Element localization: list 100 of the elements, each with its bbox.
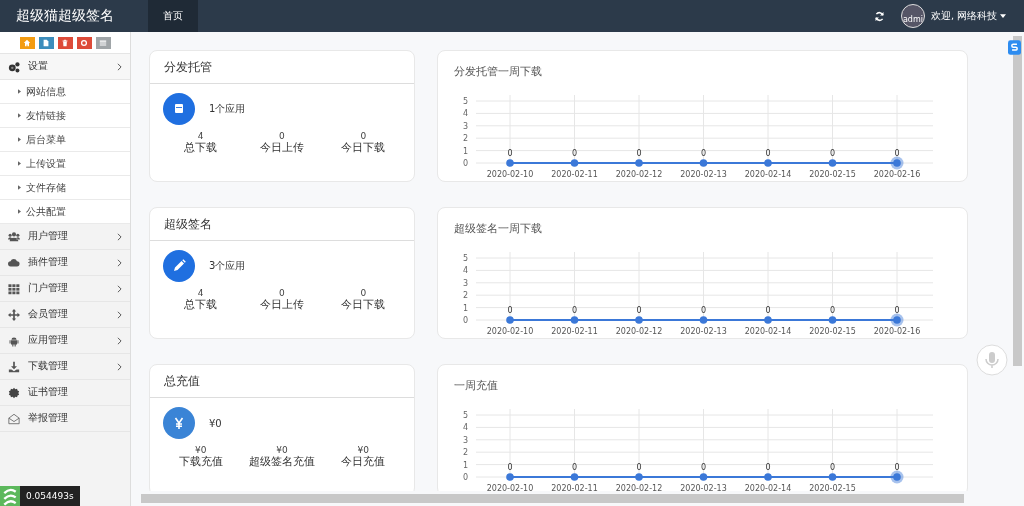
menu-label: 用户管理: [28, 230, 69, 243]
grid-icon: [8, 282, 20, 295]
data-label: 0: [636, 149, 642, 158]
data-label: 0: [765, 149, 771, 158]
chevron-icon: [117, 284, 122, 293]
y-tick-label: 4: [462, 109, 468, 119]
download-icon: [8, 360, 20, 373]
submenu-item[interactable]: 公共配置: [0, 200, 130, 224]
y-tick-label: 3: [462, 435, 468, 445]
x-tick-label: 2020-02-10: [486, 327, 534, 336]
refresh-icon[interactable]: [873, 10, 885, 22]
file-button[interactable]: [38, 37, 54, 49]
data-label: 0: [507, 463, 513, 472]
stat-value: 4: [197, 131, 204, 141]
home-button[interactable]: [19, 37, 35, 49]
submenu-item[interactable]: 友情链接: [0, 104, 130, 128]
data-point[interactable]: [635, 316, 643, 324]
x-tick-label: 2020-02-11: [551, 484, 598, 491]
submenu-item[interactable]: 文件存储: [0, 176, 130, 200]
avatar[interactable]: admi: [900, 4, 925, 28]
data-point[interactable]: [893, 316, 901, 324]
x-tick-label: 2020-02-13: [680, 170, 727, 179]
x-tick-label: 2020-02-11: [551, 170, 598, 179]
summary-value: 3个应用: [209, 259, 246, 273]
data-label: 0: [765, 463, 771, 472]
data-point[interactable]: [828, 473, 837, 481]
stat-value: ¥0: [357, 445, 370, 455]
data-label: 0: [507, 149, 513, 158]
data-point[interactable]: [764, 316, 772, 324]
recycle-button[interactable]: [76, 37, 92, 49]
data-label: 0: [507, 306, 513, 315]
y-tick-label: 1: [462, 146, 468, 156]
data-point[interactable]: [893, 473, 901, 481]
y-tick-label: 5: [462, 254, 468, 263]
data-point[interactable]: [764, 473, 772, 481]
nav-tab[interactable]: 首页: [148, 0, 198, 32]
y-tick-label: 2: [462, 448, 468, 458]
stat-label: 总下载: [184, 298, 218, 312]
menu-label: 会员管理: [28, 308, 69, 321]
x-tick-label: 2020-02-14: [744, 484, 792, 491]
data-label: 0: [571, 463, 578, 472]
data-point[interactable]: [635, 473, 643, 481]
card-title: 超级签名: [164, 215, 212, 233]
data-label: 0: [829, 463, 836, 472]
submenu-item[interactable]: 上传设置: [0, 152, 130, 176]
envelope-icon: [8, 412, 20, 425]
caret-icon: [18, 113, 21, 118]
chevron-icon: [117, 62, 122, 71]
data-point[interactable]: [506, 316, 514, 324]
y-tick-label: 0: [462, 159, 468, 168]
menu-label: 设置: [28, 60, 49, 73]
card-title: 总充值: [164, 372, 200, 390]
stat-value: 4: [197, 288, 204, 298]
stat-label: 总下载: [184, 141, 218, 155]
chevron-icon: [117, 336, 122, 345]
data-point[interactable]: [570, 316, 579, 324]
stat-label: 今日上传: [260, 141, 304, 155]
data-point[interactable]: [570, 473, 579, 481]
data-point[interactable]: [828, 159, 837, 167]
data-label: 0: [636, 306, 642, 315]
menu-label: 门户管理: [28, 282, 69, 295]
trash-button[interactable]: [57, 37, 73, 49]
stat-value: 0: [279, 288, 285, 298]
load-time: 0.054493s: [20, 486, 80, 506]
x-tick-label: 2020-02-16: [873, 327, 921, 336]
android-icon: [8, 334, 20, 347]
stat-label: 今日下载: [341, 298, 386, 312]
stat-value: ¥0: [276, 445, 288, 455]
s-logo-icon[interactable]: [1008, 40, 1021, 55]
horizontal-scrollbar[interactable]: [141, 494, 964, 503]
summary-value: ¥0: [209, 417, 222, 429]
data-point[interactable]: [699, 473, 708, 481]
data-point[interactable]: [699, 159, 708, 167]
data-point[interactable]: [570, 159, 579, 167]
data-point[interactable]: [699, 316, 708, 324]
chevron-icon: [117, 232, 122, 241]
data-point[interactable]: [764, 159, 772, 167]
calendar-icon: [163, 93, 195, 125]
menu-label: 举报管理: [28, 412, 69, 425]
data-point[interactable]: [828, 316, 837, 324]
data-point[interactable]: [893, 159, 901, 167]
x-tick-label: 2020-02-10: [486, 170, 534, 179]
stat-label: 今日上传: [260, 298, 304, 312]
list-button[interactable]: [95, 37, 111, 49]
stat-value: ¥0: [194, 445, 207, 455]
y-tick-label: 5: [462, 411, 468, 420]
users-icon: [8, 230, 20, 243]
data-label: 0: [894, 149, 900, 158]
data-point[interactable]: [506, 473, 514, 481]
menu-item[interactable]: 设置: [0, 54, 130, 80]
chart-title: 超级签名一周下载: [453, 221, 543, 236]
x-tick-label: 2020-02-14: [744, 170, 792, 179]
submenu-item[interactable]: 后台菜单: [0, 128, 130, 152]
vertical-scrollbar[interactable]: [1013, 36, 1022, 366]
data-point[interactable]: [635, 159, 643, 167]
site-brand: 超级猫超级签名: [15, 7, 115, 25]
data-point[interactable]: [506, 159, 514, 167]
user-menu[interactable]: 欢迎, 网络科技: [930, 9, 1006, 23]
submenu-label: 上传设置: [26, 156, 66, 171]
submenu-item[interactable]: 网站信息: [0, 80, 130, 104]
